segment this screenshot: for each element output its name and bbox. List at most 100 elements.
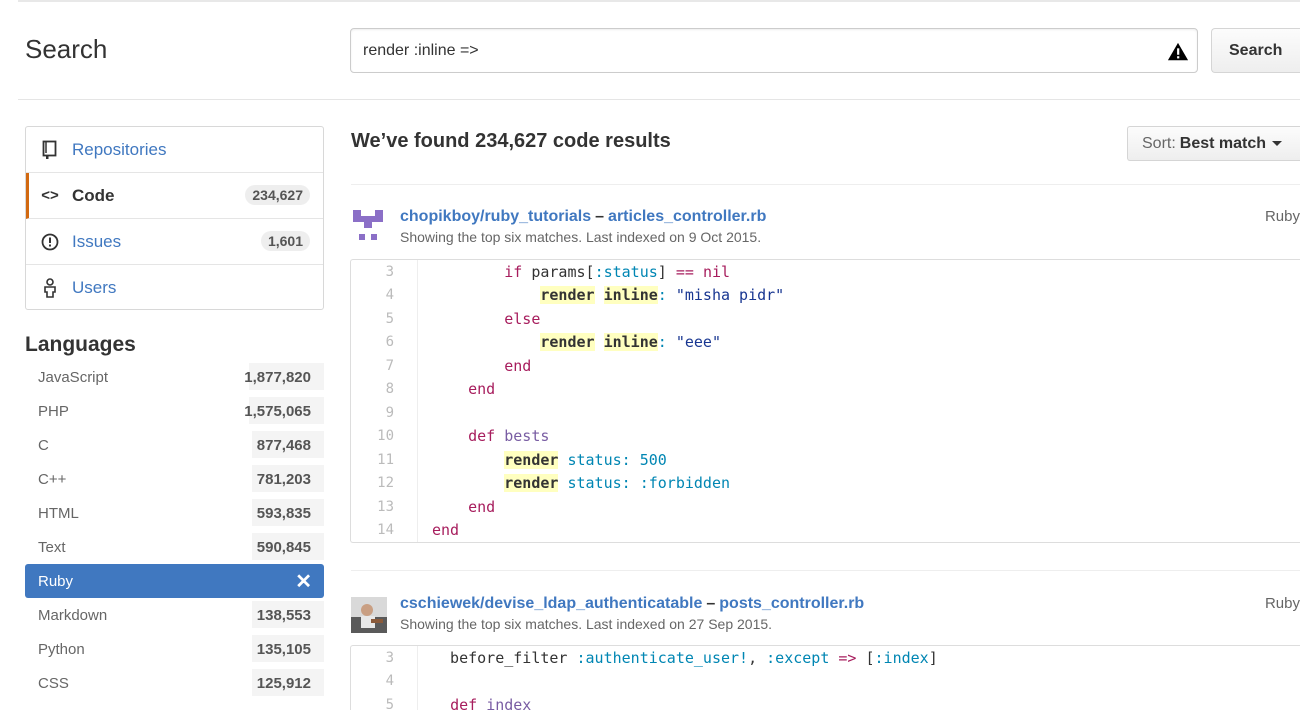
top-divider bbox=[18, 0, 1300, 2]
languages-heading: Languages bbox=[25, 333, 136, 356]
language-name: CSS bbox=[38, 674, 69, 692]
code-snippet: 3 before_filter :authenticate_user!, :ex… bbox=[350, 645, 1300, 710]
line-number: 6 bbox=[385, 334, 394, 351]
issue-icon bbox=[40, 232, 60, 252]
page-title: Search bbox=[25, 34, 108, 64]
line-number: 10 bbox=[377, 428, 394, 445]
nav-label: Users bbox=[72, 278, 117, 297]
line-number: 12 bbox=[377, 475, 394, 492]
language-item-javascript[interactable]: JavaScript 1,877,820 bbox=[25, 360, 324, 394]
code-line: 14 end bbox=[351, 518, 1300, 542]
language-count: 1,877,820 bbox=[244, 368, 311, 386]
language-count: 135,105 bbox=[256, 640, 311, 658]
repo-icon bbox=[40, 140, 60, 160]
code-line: 5 def index bbox=[351, 693, 1300, 710]
separator: – bbox=[706, 595, 716, 612]
search-input[interactable] bbox=[351, 29, 1131, 72]
file-link[interactable]: posts_controller.rb bbox=[719, 595, 864, 612]
sort-label: Sort: bbox=[1142, 134, 1176, 152]
language-item-python[interactable]: Python 135,105 bbox=[25, 632, 324, 666]
result-title: chopikboy/ruby_tutorials – articles_contro… bbox=[400, 208, 766, 226]
search-button[interactable]: Search bbox=[1211, 28, 1300, 73]
language-count: 590,845 bbox=[256, 538, 311, 556]
line-number: 5 bbox=[385, 310, 394, 327]
header-divider bbox=[18, 99, 1300, 100]
nav-item-repositories[interactable]: Repositories bbox=[26, 127, 323, 173]
line-number: 9 bbox=[385, 404, 394, 421]
line-number: 4 bbox=[385, 287, 394, 304]
result-language: Ruby bbox=[1264, 595, 1300, 612]
result-divider bbox=[351, 570, 1300, 571]
caret-down-icon bbox=[1272, 141, 1283, 146]
code-line: 12 render status: :forbidden bbox=[351, 471, 1300, 495]
repo-link[interactable]: chopikboy/ruby_tutorials bbox=[400, 208, 591, 225]
language-item-cpp[interactable]: C++ 781,203 bbox=[25, 462, 324, 496]
line-number: 13 bbox=[377, 498, 394, 515]
language-count: 1,575,065 bbox=[244, 402, 311, 420]
nav-label: Code bbox=[72, 185, 115, 205]
results-summary: We’ve found 234,627 code results bbox=[351, 130, 671, 152]
language-name: Markdown bbox=[38, 606, 108, 624]
language-name: Python bbox=[38, 640, 85, 658]
language-name: C++ bbox=[38, 470, 67, 488]
code-line: 11 render status: 500 bbox=[351, 448, 1300, 472]
code-line: 3 before_filter :authenticate_user!, :ex… bbox=[351, 646, 1300, 670]
avatar bbox=[351, 208, 385, 242]
result-divider bbox=[351, 184, 1300, 185]
search-box[interactable] bbox=[350, 28, 1198, 73]
code-icon: <> bbox=[41, 187, 59, 204]
line-number: 4 bbox=[385, 673, 394, 690]
line-number: 8 bbox=[385, 381, 394, 398]
code-line: 4 render inline: "misha pidr" bbox=[351, 283, 1300, 307]
search-type-nav: Repositories <> Code 234,627 Issues 1,60… bbox=[25, 126, 324, 310]
language-filter-list: JavaScript 1,877,820 PHP 1,575,065 C 877… bbox=[25, 360, 324, 700]
nav-label: Repositories bbox=[72, 139, 167, 159]
code-snippet: 3 if params[:status] == nil 4 render inl… bbox=[350, 259, 1300, 543]
code-line: 6 render inline: "eee" bbox=[351, 330, 1300, 354]
language-count: 138,553 bbox=[256, 606, 311, 624]
result-title: cschiewek/devise_ldap_authenticatable – po… bbox=[400, 595, 864, 613]
count-badge: 234,627 bbox=[245, 185, 310, 205]
code-line: 10 def bests bbox=[351, 424, 1300, 448]
sort-dropdown[interactable]: Sort: Best match bbox=[1127, 126, 1300, 161]
separator: – bbox=[595, 208, 605, 225]
sort-value: Best match bbox=[1179, 134, 1267, 152]
code-line: 7 end bbox=[351, 354, 1300, 378]
language-item-php[interactable]: PHP 1,575,065 bbox=[25, 394, 324, 428]
line-number: 3 bbox=[385, 263, 394, 280]
file-link[interactable]: articles_controller.rb bbox=[608, 208, 766, 225]
nav-item-users[interactable]: Users bbox=[26, 265, 323, 311]
code-line: 4 bbox=[351, 669, 1300, 693]
language-item-css[interactable]: CSS 125,912 bbox=[25, 666, 324, 700]
language-name: Text bbox=[38, 538, 66, 556]
close-icon[interactable]: ✕ bbox=[295, 569, 312, 594]
language-name: Ruby bbox=[38, 572, 74, 590]
warning-icon bbox=[1167, 42, 1189, 61]
nav-item-code[interactable]: <> Code 234,627 bbox=[26, 173, 323, 219]
language-name: JavaScript bbox=[38, 368, 109, 386]
language-item-ruby[interactable]: Ruby ✕ bbox=[25, 564, 324, 598]
language-name: PHP bbox=[38, 402, 69, 420]
language-count: 125,912 bbox=[256, 674, 311, 692]
repo-link[interactable]: cschiewek/devise_ldap_authenticatable bbox=[400, 595, 702, 612]
language-item-text[interactable]: Text 590,845 bbox=[25, 530, 324, 564]
language-name: HTML bbox=[38, 504, 79, 522]
line-number: 5 bbox=[385, 696, 394, 710]
line-number: 11 bbox=[377, 451, 394, 468]
line-number: 7 bbox=[385, 357, 394, 374]
person-icon bbox=[40, 278, 60, 298]
language-item-c[interactable]: C 877,468 bbox=[25, 428, 324, 462]
language-item-html[interactable]: HTML 593,835 bbox=[25, 496, 324, 530]
line-number: 3 bbox=[385, 649, 394, 666]
language-count: 781,203 bbox=[256, 470, 311, 488]
result-meta: Showing the top six matches. Last indexe… bbox=[400, 229, 762, 245]
code-line: 3 if params[:status] == nil bbox=[351, 260, 1300, 284]
result-language: Ruby bbox=[1264, 208, 1300, 225]
avatar bbox=[351, 597, 387, 633]
language-item-markdown[interactable]: Markdown 138,553 bbox=[25, 598, 324, 632]
result-meta: Showing the top six matches. Last indexe… bbox=[400, 616, 773, 632]
count-badge: 1,601 bbox=[260, 231, 310, 251]
nav-item-issues[interactable]: Issues 1,601 bbox=[26, 219, 323, 265]
language-name: C bbox=[38, 436, 49, 454]
language-count: 593,835 bbox=[256, 504, 311, 522]
